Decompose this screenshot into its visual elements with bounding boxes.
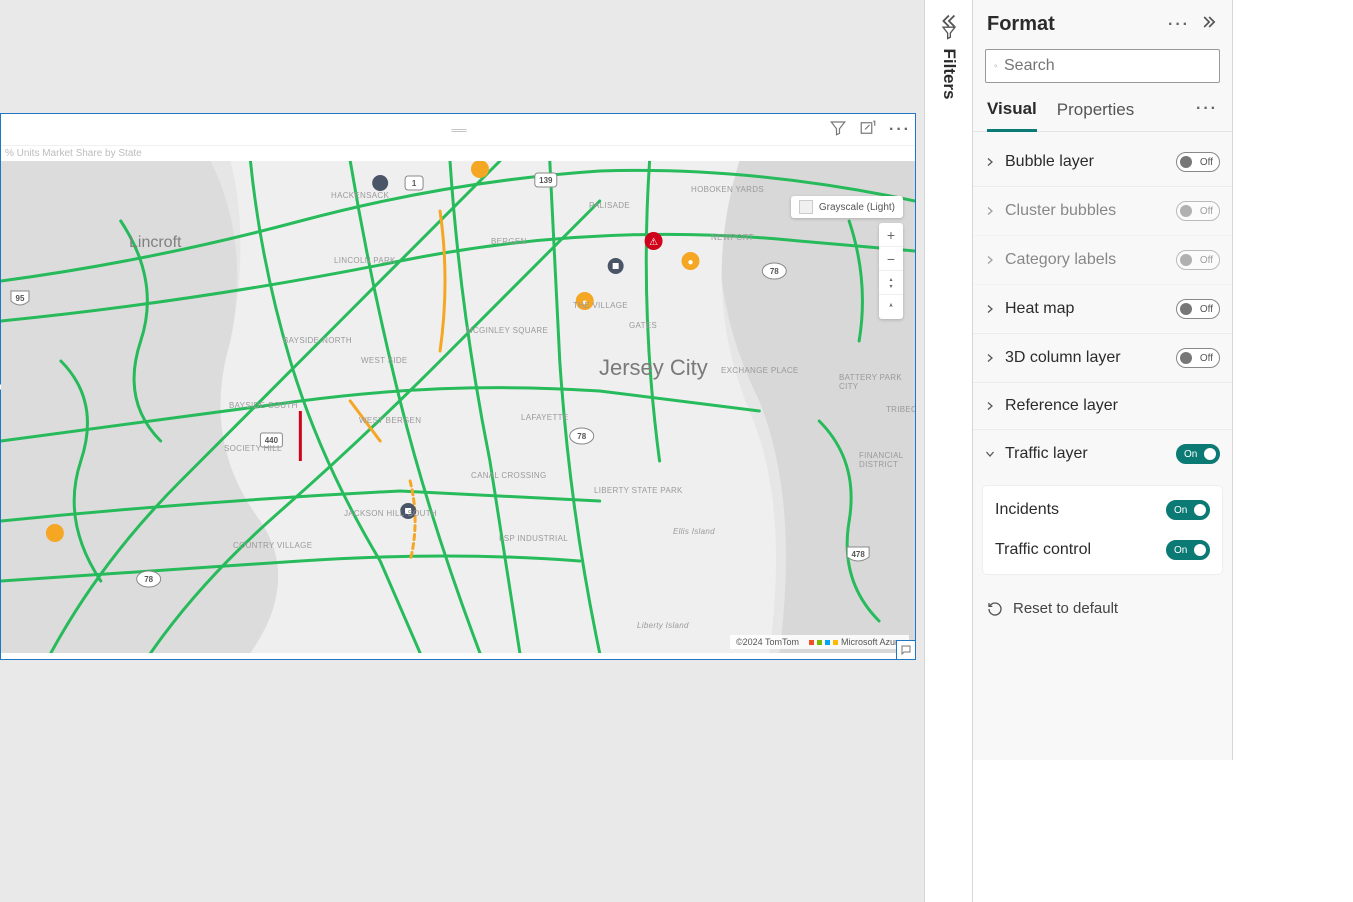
toggle-traffic-control[interactable]: On: [1166, 540, 1210, 560]
filters-pane-collapsed: Filters: [924, 0, 973, 902]
zoom-in-button[interactable]: +: [879, 223, 903, 247]
chevron-right-icon: [983, 254, 997, 266]
focus-mode-icon[interactable]: [859, 119, 877, 142]
toggle-incidents[interactable]: On: [1166, 500, 1210, 520]
format-pane-header: Format ···: [973, 0, 1232, 45]
setting-reference-layer[interactable]: Reference layer: [973, 383, 1232, 430]
azure-logo: Microsoft Azure: [809, 637, 903, 647]
map-style-label: Grayscale (Light): [819, 202, 895, 213]
pitch-button[interactable]: [879, 271, 903, 295]
svg-text:⚠: ⚠: [649, 237, 658, 248]
traffic-layer-subsettings: Incidents On Traffic control On: [983, 486, 1222, 574]
collapse-pane-icon[interactable]: [1200, 12, 1220, 37]
visual-header-actions: ···: [829, 114, 911, 146]
comment-button[interactable]: [896, 640, 916, 660]
format-search-box[interactable]: [985, 49, 1220, 83]
tab-visual[interactable]: Visual: [987, 93, 1037, 132]
reset-icon: [987, 601, 1003, 617]
svg-text:●: ●: [687, 257, 693, 268]
map-render: ⚠ ● ● 1 139 78 78 78 95 440: [1, 161, 915, 653]
report-canvas: ══ ··· % Units Market Share by State: [0, 0, 924, 902]
map-zoom-controls: + −: [879, 223, 903, 319]
chevron-right-icon: [983, 156, 997, 168]
toggle-bubble-layer[interactable]: Off: [1176, 152, 1220, 172]
map-style-swatch-icon: [799, 200, 813, 214]
azure-map[interactable]: ⚠ ● ● 1 139 78 78 78 95 440: [1, 161, 915, 653]
pane-more-icon[interactable]: ···: [1168, 16, 1190, 34]
setting-incidents[interactable]: Incidents On: [983, 490, 1222, 530]
svg-text:95: 95: [16, 294, 25, 303]
search-input[interactable]: [1004, 57, 1211, 75]
setting-category-labels: Category labels Off: [973, 236, 1232, 285]
drag-handle-icon[interactable]: ══: [451, 123, 464, 137]
svg-text:78: 78: [144, 575, 153, 584]
compass-button[interactable]: [879, 295, 903, 319]
toggle-heat-map[interactable]: Off: [1176, 299, 1220, 319]
setting-heat-map[interactable]: Heat map Off: [973, 285, 1232, 334]
visual-header: ══ ···: [1, 114, 915, 146]
chevron-right-icon: [983, 352, 997, 364]
svg-text:478: 478: [851, 550, 865, 559]
attribution-copyright: ©2024 TomTom: [736, 637, 799, 647]
setting-cluster-bubbles: Cluster bubbles Off: [973, 187, 1232, 236]
toggle-3d-column[interactable]: Off: [1176, 348, 1220, 368]
format-tabs: Visual Properties ···: [973, 93, 1232, 132]
map-attribution: ©2024 TomTom Microsoft Azure: [730, 635, 909, 649]
svg-text:78: 78: [770, 267, 779, 276]
pane-title: Format: [987, 13, 1055, 36]
tab-properties[interactable]: Properties: [1057, 94, 1134, 130]
visual-title: % Units Market Share by State: [1, 146, 915, 161]
filter-icon[interactable]: [829, 119, 847, 142]
chevron-right-icon: [983, 205, 997, 217]
chevron-right-icon: [983, 400, 997, 412]
map-style-picker[interactable]: Grayscale (Light): [791, 196, 903, 218]
settings-list: Bubble layer Off Cluster bubbles Off Cat…: [973, 132, 1232, 633]
filters-label[interactable]: Filters: [939, 24, 959, 99]
svg-text:1: 1: [412, 179, 417, 188]
setting-3d-column-layer[interactable]: 3D column layer Off: [973, 334, 1232, 383]
reset-to-default-button[interactable]: Reset to default: [973, 584, 1232, 633]
chevron-right-icon: [983, 303, 997, 315]
setting-traffic-layer[interactable]: Traffic layer On: [973, 430, 1232, 478]
toggle-traffic-layer[interactable]: On: [1176, 444, 1220, 464]
search-icon: [994, 58, 998, 74]
svg-text:78: 78: [577, 432, 586, 441]
map-visual-container[interactable]: ══ ··· % Units Market Share by State: [0, 113, 916, 660]
toggle-category-labels: Off: [1176, 250, 1220, 270]
svg-text:440: 440: [265, 436, 279, 445]
toggle-cluster-bubbles: Off: [1176, 201, 1220, 221]
tabs-more-icon[interactable]: ···: [1196, 100, 1218, 124]
setting-bubble-layer[interactable]: Bubble layer Off: [973, 138, 1232, 187]
more-options-icon[interactable]: ···: [889, 121, 911, 139]
zoom-out-button[interactable]: −: [879, 247, 903, 271]
svg-text:●: ●: [582, 297, 587, 307]
svg-text:139: 139: [539, 176, 553, 185]
format-pane: Format ··· Visual Properties ··· Bubble …: [973, 0, 1233, 760]
setting-traffic-control[interactable]: Traffic control On: [983, 530, 1222, 570]
chevron-down-icon: [983, 448, 997, 460]
